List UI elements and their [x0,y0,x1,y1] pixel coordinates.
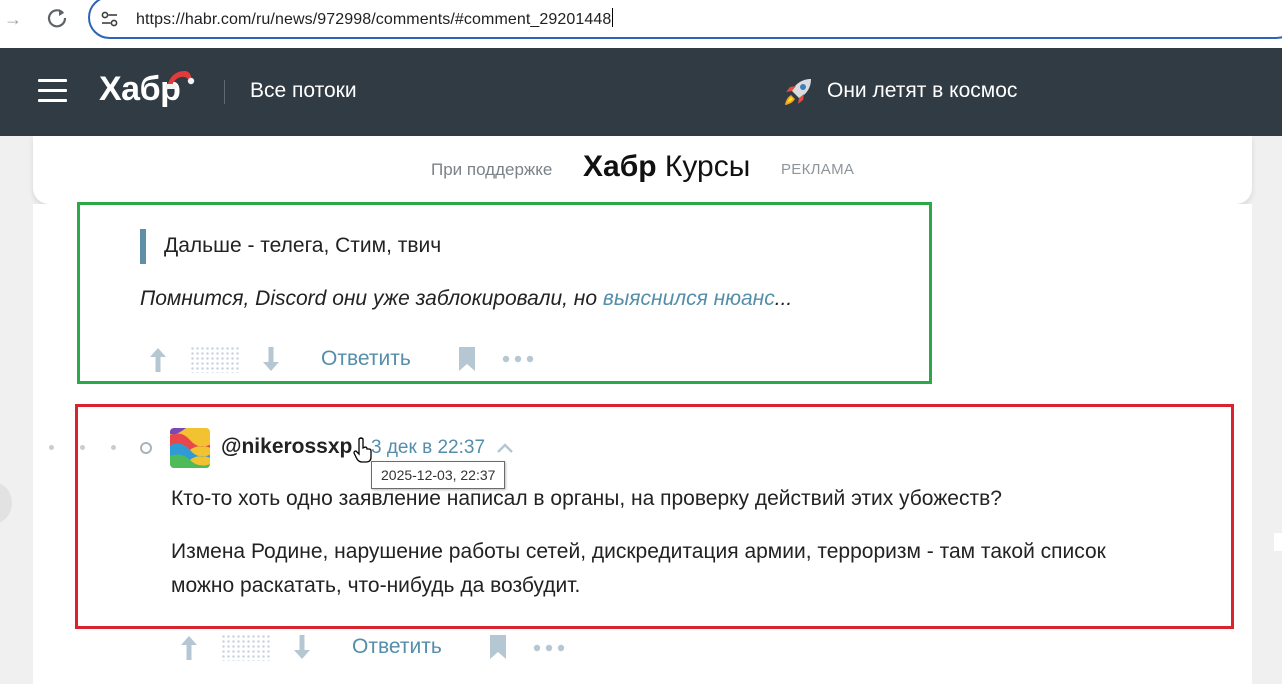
nuance-link[interactable]: выяснился нюанс [603,287,775,310]
rocket-icon [785,79,811,105]
more-icon[interactable] [533,642,565,654]
site-settings-icon[interactable] [100,9,120,29]
ad-label: РЕКЛАМА [781,161,855,178]
thread-dot [111,445,116,450]
thread-marker[interactable] [140,442,152,454]
sponsor-banner[interactable]: При поддержке Хабр Курсы РЕКЛАМА [33,136,1252,204]
forward-arrow-icon[interactable]: → [2,8,24,30]
all-streams-link[interactable]: Все потоки [250,79,357,103]
chevron-up-icon[interactable] [495,440,515,456]
thread-dot [80,445,85,450]
rating-score [221,634,270,661]
edge-marker [1274,533,1282,551]
text-caret [612,8,614,27]
avatar[interactable] [170,428,210,468]
downvote-arrow-icon[interactable] [292,634,312,661]
reload-icon[interactable] [44,5,70,31]
quoted-text: Дальше - телега, Стим, твич [164,234,442,257]
hand-cursor-icon [353,437,372,463]
sponsor-lead-text: При поддержке [431,160,553,179]
scroll-button[interactable] [0,482,12,524]
site-header: Хабр Все потоки Они летят в космос [0,48,1282,136]
comment-author[interactable]: @nikerossxp [221,435,352,459]
downvote-arrow-icon[interactable] [261,346,281,373]
url-text[interactable]: https://habr.com/ru/news/972998/comments… [136,8,614,29]
santa-hat-icon [165,70,195,89]
thread-dot [49,445,54,450]
quote-bar [140,229,146,264]
reply-button[interactable]: Ответить [352,635,442,659]
comment-paragraph: Кто-то хоть одно заявление написал в орг… [171,487,1002,510]
bookmark-icon[interactable] [457,346,477,372]
comment-paragraph: можно раскатать, что-нибудь да возбудит. [171,574,581,597]
rating-score [190,346,239,373]
sponsor-brand[interactable]: Хабр Курсы [583,150,750,184]
browser-toolbar: → https://habr.com/ru/news/972998/commen… [0,0,1282,48]
comment-paragraph: Измена Родине, нарушение работы сетей, д… [171,540,1106,563]
promo-link[interactable]: Они летят в космос [827,79,1017,103]
more-icon[interactable] [502,353,534,365]
comment-time-link[interactable]: 3 дек в 22:37 [371,437,485,459]
menu-icon[interactable] [38,79,67,103]
comment-text: Помнится, Discord они уже заблокировали,… [140,287,793,310]
upvote-arrow-icon[interactable] [148,346,168,373]
header-divider [224,80,225,104]
upvote-arrow-icon[interactable] [179,634,199,661]
reply-button[interactable]: Ответить [321,347,411,371]
bookmark-icon[interactable] [488,634,508,660]
